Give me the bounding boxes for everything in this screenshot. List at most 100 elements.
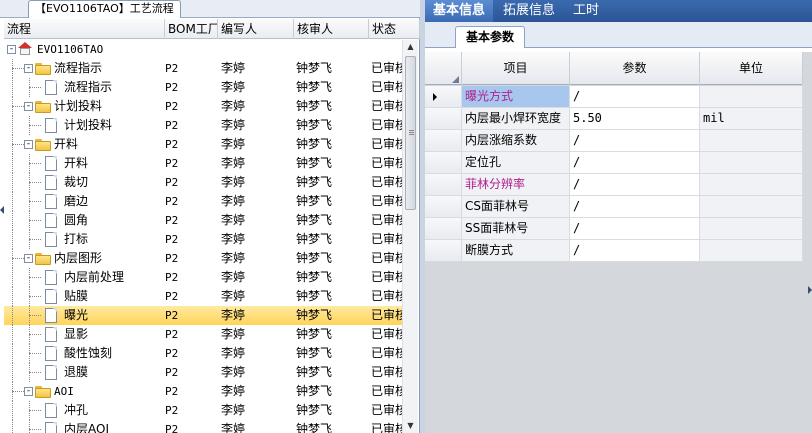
param-unit-cell[interactable]: mil — [700, 108, 803, 129]
param-row[interactable]: 内层涨缩系数 / — [425, 130, 803, 152]
tree-node[interactable]: - EVO1106TAO — [4, 40, 162, 59]
param-value-cell[interactable]: / — [570, 196, 700, 217]
tree-node[interactable]: 贴膜 — [4, 287, 162, 306]
collapse-right-icon[interactable] — [808, 280, 812, 300]
scrollbar-thumb[interactable] — [405, 56, 416, 210]
tree-vertical-scrollbar[interactable]: ▲ ▼ — [402, 40, 418, 433]
collapse-icon[interactable]: - — [24, 140, 33, 149]
tree-node[interactable]: - 开料 — [4, 135, 162, 154]
tree-row[interactable]: - 计划投料 P2 李婷 钟梦飞 已审核 — [4, 97, 402, 116]
row-header[interactable] — [425, 240, 462, 261]
param-unit-cell[interactable] — [700, 218, 803, 239]
tree-row[interactable]: 圆角 P2 李婷 钟梦飞 已审核 — [4, 211, 402, 230]
param-value-cell[interactable]: / — [570, 218, 700, 239]
column-header-flow[interactable]: 流程 — [4, 19, 165, 39]
tree-row[interactable]: - 开料 P2 李婷 钟梦飞 已审核 — [4, 135, 402, 154]
tree-row[interactable]: 打标 P2 李婷 钟梦飞 已审核 — [4, 230, 402, 249]
tree-node[interactable]: 冲孔 — [4, 401, 162, 420]
param-row[interactable]: 定位孔 / — [425, 152, 803, 174]
tree-row[interactable]: 计划投料 P2 李婷 钟梦飞 已审核 — [4, 116, 402, 135]
tree-node[interactable]: 流程指示 — [4, 78, 162, 97]
param-unit-cell[interactable] — [700, 130, 803, 151]
tree-row[interactable]: 退膜 P2 李婷 钟梦飞 已审核 — [4, 363, 402, 382]
tree-row[interactable]: 贴膜 P2 李婷 钟梦飞 已审核 — [4, 287, 402, 306]
param-unit-cell[interactable] — [700, 86, 803, 107]
tree-node[interactable]: 显影 — [4, 325, 162, 344]
column-header-param[interactable]: 参数 — [570, 52, 700, 85]
row-header[interactable] — [425, 86, 462, 107]
tree-node[interactable]: 打标 — [4, 230, 162, 249]
tree-node[interactable]: 开料 — [4, 154, 162, 173]
param-value-cell[interactable]: / — [570, 174, 700, 195]
tree-row[interactable]: 裁切 P2 李婷 钟梦飞 已审核 — [4, 173, 402, 192]
row-header[interactable] — [425, 218, 462, 239]
tree-node[interactable]: 内层AOI — [4, 420, 162, 433]
param-row[interactable]: 内层最小焊环宽度 5.50 mil — [425, 108, 803, 130]
column-header-item[interactable]: 项目 — [462, 52, 570, 85]
scroll-down-icon[interactable]: ▼ — [403, 419, 418, 433]
tree-row[interactable]: - AOI P2 李婷 钟梦飞 已审核 — [4, 382, 402, 401]
row-header[interactable] — [425, 174, 462, 195]
column-header-writer[interactable]: 编写人 — [218, 19, 294, 39]
collapse-icon[interactable]: - — [24, 102, 33, 111]
param-row[interactable]: 断膜方式 / — [425, 240, 803, 262]
column-header-status[interactable]: 状态 — [369, 19, 420, 39]
collapse-left-icon[interactable] — [0, 200, 4, 220]
tree-row[interactable]: 磨边 P2 李婷 钟梦飞 已审核 — [4, 192, 402, 211]
tree-node[interactable]: 退膜 — [4, 363, 162, 382]
param-unit-cell[interactable] — [700, 152, 803, 173]
scroll-up-icon[interactable]: ▲ — [403, 40, 418, 54]
tree-row[interactable]: 酸性蚀刻 P2 李婷 钟梦飞 已审核 — [4, 344, 402, 363]
tree-node[interactable]: - AOI — [4, 382, 162, 401]
tree-node[interactable]: 酸性蚀刻 — [4, 344, 162, 363]
param-value-cell[interactable]: / — [570, 152, 700, 173]
tree-node[interactable]: 曝光 — [4, 306, 162, 325]
param-value-cell[interactable]: / — [570, 130, 700, 151]
tab-work-hours[interactable]: 工时 — [565, 0, 607, 22]
tree-row[interactable]: 曝光 P2 李婷 钟梦飞 已审核 — [4, 306, 402, 325]
tree-row[interactable]: 内层AOI P2 李婷 钟梦飞 已审核 — [4, 420, 402, 433]
param-unit-cell[interactable] — [700, 196, 803, 217]
tree-row[interactable]: 开料 P2 李婷 钟梦飞 已审核 — [4, 154, 402, 173]
tree-node[interactable]: - 流程指示 — [4, 59, 162, 78]
param-unit-cell[interactable] — [700, 240, 803, 261]
collapse-icon[interactable]: - — [24, 254, 33, 263]
tree-row[interactable]: 内层前处理 P2 李婷 钟梦飞 已审核 — [4, 268, 402, 287]
tree-node[interactable]: 磨边 — [4, 192, 162, 211]
collapse-icon[interactable]: - — [24, 64, 33, 73]
tree-row[interactable]: 流程指示 P2 李婷 钟梦飞 已审核 — [4, 78, 402, 97]
tree-row[interactable]: 显影 P2 李婷 钟梦飞 已审核 — [4, 325, 402, 344]
param-row[interactable]: SS面菲林号 / — [425, 218, 803, 240]
tree-row[interactable]: 冲孔 P2 李婷 钟梦飞 已审核 — [4, 401, 402, 420]
tree-node[interactable]: - 计划投料 — [4, 97, 162, 116]
tree-node[interactable]: - 内层图形 — [4, 249, 162, 268]
process-flow-tab[interactable]: 【EVO1106TAO】工艺流程 — [28, 0, 181, 18]
row-header[interactable] — [425, 108, 462, 129]
row-header[interactable] — [425, 130, 462, 151]
tab-basic-info[interactable]: 基本信息 — [425, 0, 494, 22]
column-header-bom[interactable]: BOM工厂 — [165, 19, 218, 39]
param-unit-cell[interactable] — [700, 174, 803, 195]
column-header-reviewer[interactable]: 核审人 — [294, 19, 369, 39]
tree-node[interactable]: 圆角 — [4, 211, 162, 230]
param-value-cell[interactable]: / — [570, 240, 700, 261]
tree-row[interactable]: - EVO1106TAO — [4, 40, 402, 59]
param-row[interactable]: 菲林分辨率 / — [425, 174, 803, 196]
tree-node[interactable]: 内层前处理 — [4, 268, 162, 287]
param-value-cell[interactable]: / — [570, 86, 700, 107]
param-row[interactable]: 曝光方式 / — [425, 86, 803, 108]
select-all-corner-icon[interactable] — [425, 52, 462, 85]
column-header-unit[interactable]: 单位 — [700, 52, 803, 85]
tree-node[interactable]: 裁切 — [4, 173, 162, 192]
row-header[interactable] — [425, 152, 462, 173]
collapse-icon[interactable]: - — [7, 45, 16, 54]
tab-extended-info[interactable]: 拓展信息 — [495, 0, 563, 22]
collapse-icon[interactable]: - — [24, 387, 33, 396]
param-row[interactable]: CS面菲林号 / — [425, 196, 803, 218]
tab-basic-params[interactable]: 基本参数 — [455, 26, 526, 48]
tree-row[interactable]: - 内层图形 P2 李婷 钟梦飞 已审核 — [4, 249, 402, 268]
param-value-cell[interactable]: 5.50 — [570, 108, 700, 129]
tree-node[interactable]: 计划投料 — [4, 116, 162, 135]
tree-row[interactable]: - 流程指示 P2 李婷 钟梦飞 已审核 — [4, 59, 402, 78]
row-header[interactable] — [425, 196, 462, 217]
